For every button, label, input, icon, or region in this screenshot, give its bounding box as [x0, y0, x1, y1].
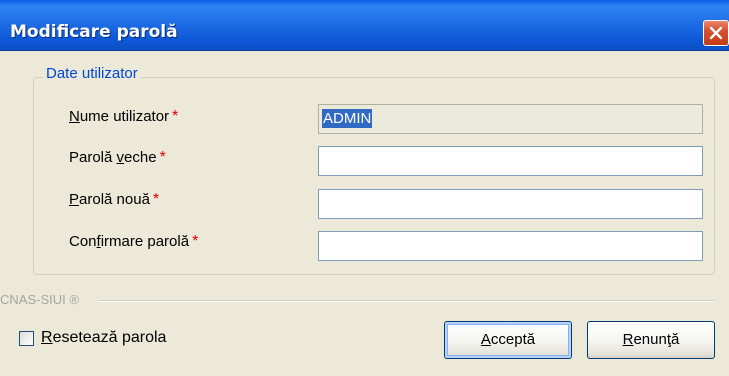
confirm-password-label: Confirmare parolă *	[69, 233, 199, 250]
old-password-field[interactable]	[318, 146, 703, 176]
username-label: Nume utilizator *	[69, 108, 179, 125]
close-icon	[709, 26, 723, 40]
new-password-field[interactable]	[318, 189, 703, 219]
new-password-label: Parolă nouă *	[69, 191, 160, 208]
old-password-label: Parolă veche *	[69, 149, 166, 166]
cancel-button[interactable]: Renunţă	[587, 321, 715, 359]
close-button[interactable]	[703, 20, 729, 46]
username-field: ADMIN	[318, 104, 703, 134]
required-marker: *	[192, 233, 199, 250]
username-value: ADMIN	[322, 109, 373, 128]
title-bar[interactable]: Modificare parolă	[0, 0, 729, 51]
required-marker: *	[152, 191, 160, 208]
accept-button[interactable]: Acceptă	[444, 321, 572, 359]
reset-password-label[interactable]: Resetează parola	[41, 329, 166, 347]
footer-divider	[98, 300, 715, 302]
required-marker: *	[172, 108, 179, 125]
brand-label: CNAS-SIUI ®	[0, 292, 79, 307]
groupbox-legend: Date utilizator	[43, 65, 141, 82]
change-password-dialog: Modificare parolă Date utilizator Nume u…	[0, 0, 729, 376]
reset-password-checkbox[interactable]	[19, 331, 34, 346]
window-title: Modificare parolă	[10, 22, 178, 42]
required-marker: *	[159, 149, 166, 166]
confirm-password-field[interactable]	[318, 231, 703, 261]
